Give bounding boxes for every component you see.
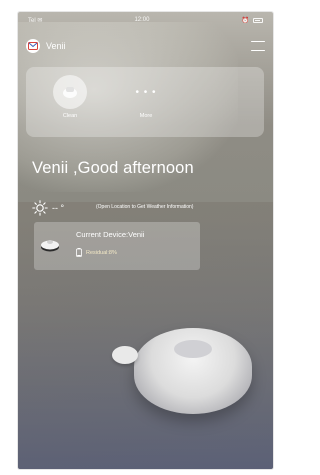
clean-button[interactable]: Clean: [40, 75, 100, 135]
clean-label: Clean: [62, 113, 78, 119]
status-bar: Tel ✉ 12:00 ⏰: [18, 12, 273, 28]
residual-battery: Residual:8%: [76, 248, 117, 257]
sun-icon: [32, 200, 48, 216]
app-logo-icon: [26, 39, 40, 53]
more-dots-icon: • • •: [135, 86, 157, 98]
background-robot-vacuum: [134, 328, 252, 414]
status-right: ⏰: [242, 17, 263, 24]
menu-button[interactable]: [251, 41, 265, 51]
menu-icon-line: [251, 49, 265, 51]
robot-vacuum-icon: [53, 75, 87, 109]
signal-indicator: Tel ✉: [28, 17, 43, 24]
quick-actions-card: Clean • • • More: [26, 67, 264, 137]
alarm-icon: ⏰: [241, 17, 249, 24]
app-screen: Tel ✉ 12:00 ⏰ Venii Clean • • • More Ven…: [18, 12, 273, 469]
battery-icon: [76, 248, 82, 257]
temperature-text: -- °: [52, 203, 65, 213]
battery-status-icon: [253, 17, 263, 23]
robot-vacuum-icon: [41, 240, 59, 252]
more-button[interactable]: • • • More: [116, 75, 176, 135]
greeting-text: Venii ,Good afternoon: [32, 159, 194, 177]
open-location-link[interactable]: (Open Location to Get Weather Informatio…: [96, 204, 193, 210]
current-device-card[interactable]: Current Device:Venii Residual:8%: [34, 222, 200, 270]
more-label: More: [139, 113, 153, 119]
status-time: 12:00: [134, 17, 150, 23]
menu-icon-line: [251, 41, 265, 43]
weather-row: -- ° (Open Location to Get Weather Infor…: [32, 200, 272, 216]
background-robot-lidar: [112, 346, 138, 364]
residual-text: Residual:8%: [86, 249, 117, 256]
app-name: Venii: [46, 41, 66, 51]
current-device-name: Current Device:Venii: [76, 230, 145, 239]
app-header: Venii: [18, 34, 273, 58]
